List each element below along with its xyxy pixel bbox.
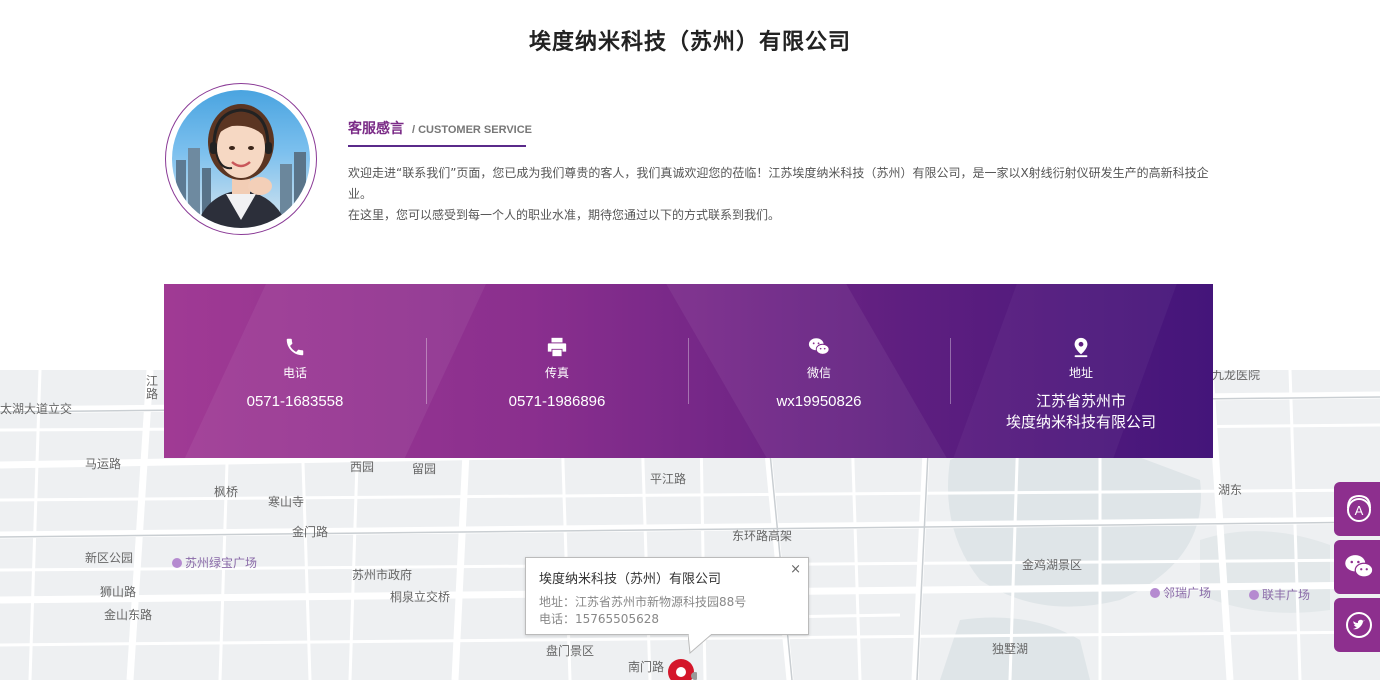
wechat-value: wx19950826 [776, 393, 862, 410]
map-label: 苏州市政府 [352, 568, 413, 582]
wechat-icon [1345, 555, 1374, 578]
map-label: 马运路 [85, 457, 122, 471]
svg-text:A: A [1355, 503, 1364, 518]
map-label: 湖东 [1218, 483, 1243, 497]
map-label: 新区公园 [85, 551, 134, 565]
address-line-1: 江苏省苏州市 [1035, 393, 1126, 410]
address-value: 江苏省苏州市 埃度纳米科技有限公司 [1006, 391, 1156, 433]
map-label: 金门路 [292, 525, 329, 539]
service-text-line-2: 在这里，您可以感受到每一个人的职业水准，期待您通过以下的方式联系到我们。 [348, 208, 781, 222]
map-poi: 联丰广场 [1249, 586, 1310, 603]
phone-value: 0571-1683558 [246, 393, 344, 410]
service-underline [348, 145, 526, 147]
side-customer-service-button[interactable]: A [1334, 482, 1380, 536]
info-window-close-button[interactable]: × [790, 562, 801, 577]
wechat-icon [808, 338, 830, 355]
location-icon [1074, 337, 1088, 358]
info-window-phone: 电话：15765505628 [539, 612, 659, 626]
fax-label: 传真 [544, 366, 569, 380]
map-label: 盘门景区 [546, 644, 595, 658]
map-info-window: 埃度纳米科技（苏州）有限公司 地址：江苏省苏州市新物源科技园88号 电话：157… [525, 557, 809, 635]
contact-band: 电话 0571-1683558 传真 0571-1986896 微信 wx199… [164, 284, 1213, 458]
fax-value: 0571-1986896 [508, 393, 606, 410]
service-text-line-1: 欢迎走进“联系我们”页面，您已成为我们尊贵的客人，我们真诚欢迎您的莅临！江苏埃度… [348, 166, 1209, 201]
info-window-title: 埃度纳米科技（苏州）有限公司 [539, 572, 722, 587]
customer-service-avatar [165, 83, 317, 235]
contact-wechat: 微信 wx19950826 [688, 284, 950, 458]
map-label: 枫桥 [214, 485, 239, 499]
twitter-icon [1346, 612, 1372, 638]
page-title: 埃度纳米科技（苏州）有限公司 [528, 30, 851, 55]
map-poi: 邻瑞广场 [1150, 584, 1211, 601]
contact-fax: 传真 0571-1986896 [426, 284, 688, 458]
map-marker-icon[interactable] [667, 658, 697, 680]
wechat-label: 微信 [806, 366, 831, 380]
service-description: 欢迎走进“联系我们”页面，您已成为我们尊贵的客人，我们真诚欢迎您的莅临！江苏埃度… [348, 163, 1228, 226]
map-label: 路 [146, 387, 159, 401]
info-window-pointer [688, 634, 712, 654]
map-label: 东环路高架 [732, 529, 793, 543]
headset-service-icon: A [1347, 494, 1371, 522]
map-label: 太湖大道立交 [0, 402, 73, 416]
map-label: 西园 [350, 460, 375, 474]
map-label: 狮山路 [100, 585, 137, 599]
map-label: 金鸡湖景区 [1022, 558, 1083, 572]
map-label: 九龙医院 [1212, 370, 1261, 382]
map-label: 平江路 [650, 472, 687, 486]
service-title: 客服感言 [348, 121, 404, 137]
side-wechat-button[interactable] [1334, 540, 1380, 594]
customer-service-heading: 客服感言 / CUSTOMER SERVICE [348, 118, 532, 138]
map-label: 南门路 [628, 660, 665, 674]
map-label: 桐泉立交桥 [390, 590, 451, 604]
map-label: 金山东路 [104, 608, 153, 622]
map-label: 独墅湖 [992, 642, 1029, 656]
map-poi: 苏州绿宝广场 [172, 554, 257, 571]
service-subtitle: / CUSTOMER SERVICE [412, 124, 533, 136]
map-label: 寒山寺 [268, 495, 305, 509]
avatar-photo [176, 104, 306, 228]
contact-address: 地址 江苏省苏州市 埃度纳米科技有限公司 [950, 284, 1212, 458]
address-line-2: 埃度纳米科技有限公司 [1005, 414, 1156, 431]
printer-icon [547, 337, 567, 357]
phone-label: 电话 [282, 366, 307, 380]
contact-phone: 电话 0571-1683558 [164, 284, 426, 458]
info-window-address: 地址：江苏省苏州市新物源科技园88号 [539, 595, 747, 609]
side-twitter-button[interactable] [1334, 598, 1380, 652]
address-label: 地址 [1068, 366, 1093, 380]
phone-icon [286, 338, 304, 356]
map-label: 留园 [412, 462, 437, 476]
